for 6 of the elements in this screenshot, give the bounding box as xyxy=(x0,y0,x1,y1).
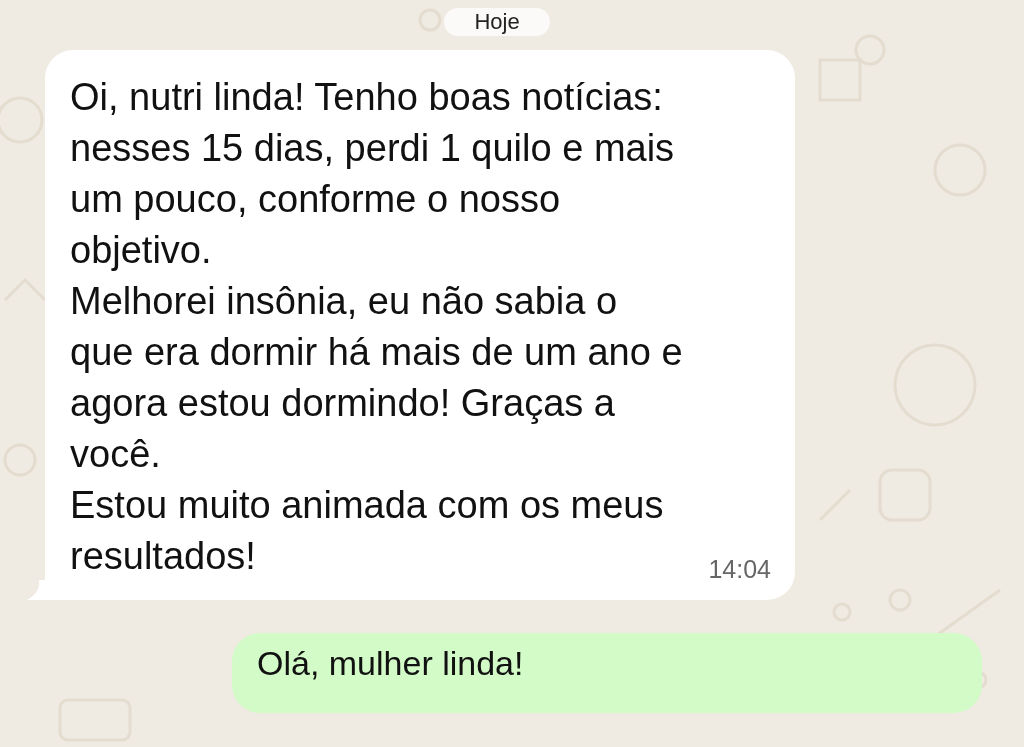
message-text: Melhorei insônia, eu não sabia o que era dormir há mais de um ano e agora estou dormindo! Graças a você. xyxy=(70,279,684,477)
message-text: Oi, nutri linda! Tenho boas notícias: nesses 15 dias, perdi 1 quilo e mais um pouco, conforme o nosso objetivo. xyxy=(70,75,676,273)
message-text: Estou muito animada com os meus resultados! xyxy=(70,483,665,579)
date-chip: Hoje xyxy=(444,8,550,36)
message-text: Olá, mulher linda! xyxy=(257,643,525,683)
message-time: 14:04 xyxy=(708,554,771,584)
